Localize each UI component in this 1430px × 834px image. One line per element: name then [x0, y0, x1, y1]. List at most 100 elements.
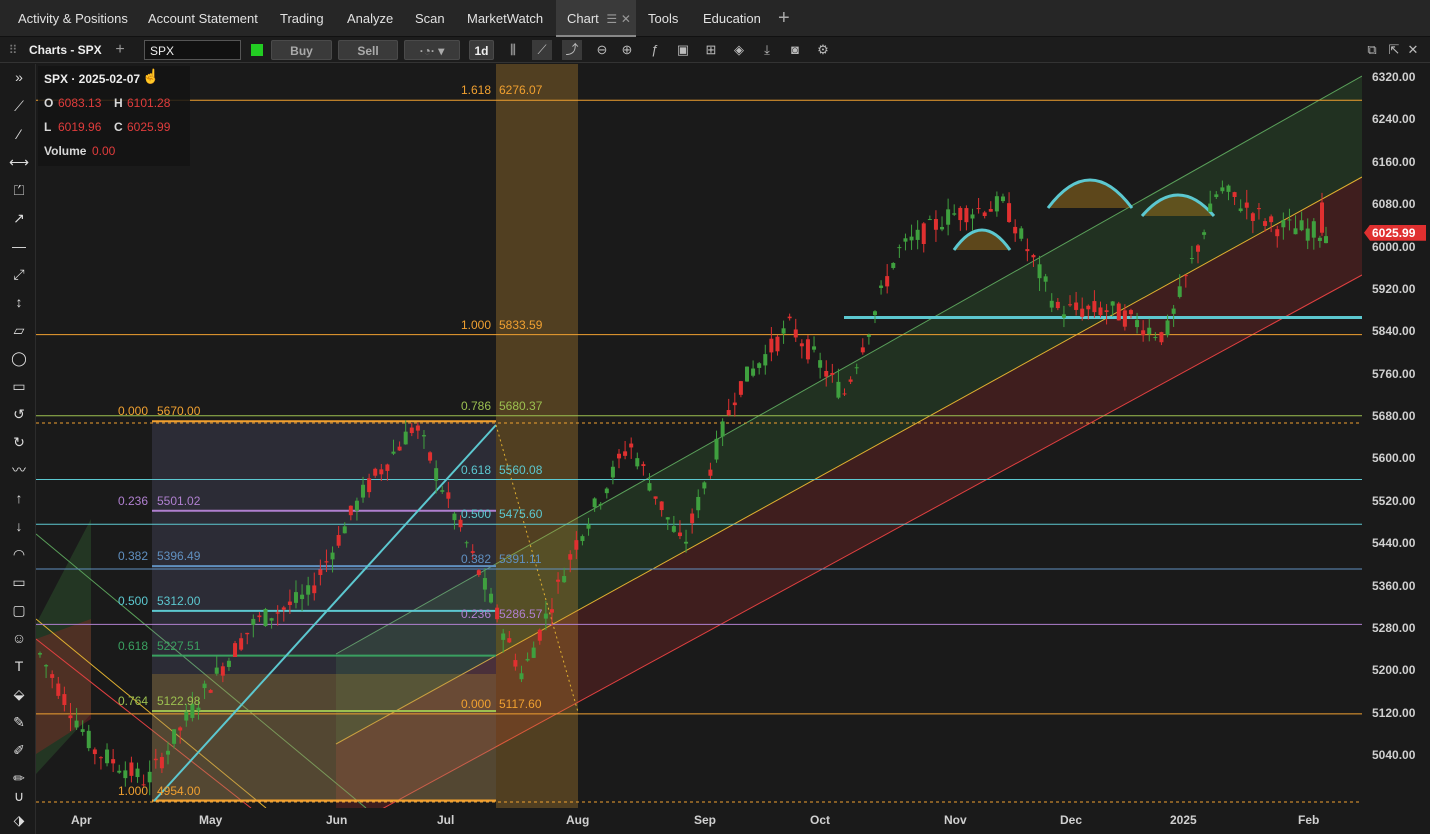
pencil-icon[interactable]: ✎	[8, 711, 30, 733]
brush-icon[interactable]: ✐	[8, 739, 30, 761]
studies-icon[interactable]: ƒ	[645, 40, 665, 60]
buy-button[interactable]: Buy	[271, 40, 332, 60]
ellipse-icon[interactable]: ◯	[8, 347, 30, 369]
fib-right-ratio-label: 0.786	[461, 398, 492, 413]
candle-body	[1177, 286, 1182, 297]
candle-body	[1025, 249, 1030, 252]
tab-education[interactable]: Education	[703, 0, 761, 37]
candle-body	[1305, 228, 1310, 241]
candle-body	[793, 329, 798, 338]
comment-icon[interactable]: ▢	[8, 599, 30, 621]
candle-body	[300, 594, 305, 600]
candle-body	[1269, 216, 1274, 223]
link-icon[interactable]: ⇱	[1384, 40, 1404, 60]
candle-body	[476, 570, 481, 575]
ray-icon[interactable]: ⁄	[8, 123, 30, 145]
trendline-icon[interactable]: ⟋	[8, 95, 30, 117]
paint-bucket-icon[interactable]: ⬗	[8, 809, 30, 831]
add-chart-icon[interactable]: +	[112, 40, 128, 60]
fib-left-ratio-label: 0.764	[118, 694, 149, 709]
curve-arrow-icon[interactable]: ↻	[8, 431, 30, 453]
arrow-icon[interactable]: ↗	[8, 207, 30, 229]
curve-icon[interactable]: ↺	[8, 403, 30, 425]
price-label-icon[interactable]: ⏍	[8, 179, 30, 201]
zoom-out-icon[interactable]: ⊖	[592, 40, 612, 60]
candle-body	[1287, 219, 1292, 221]
draw-line-icon[interactable]: ⟋	[532, 40, 552, 60]
candle-body	[1116, 303, 1121, 321]
timeframe-button[interactable]: 1d	[469, 40, 494, 60]
legend-volume-value: 0.00	[92, 144, 116, 158]
channel-icon[interactable]: ▱	[8, 319, 30, 341]
chart-style-dropdown[interactable]: ·◔· ▾	[404, 40, 460, 60]
settings-icon[interactable]: ⚙	[813, 40, 833, 60]
candle-body	[287, 601, 292, 606]
wave-icon[interactable]: 〰	[8, 459, 30, 481]
emoji-icon[interactable]: ☺	[8, 627, 30, 649]
candle-body	[415, 425, 420, 431]
sell-button[interactable]: Sell	[338, 40, 398, 60]
arc-icon[interactable]: ◠	[8, 543, 30, 565]
rectangle-icon[interactable]: ▭	[8, 375, 30, 397]
candle-body	[781, 328, 786, 334]
candle-body	[501, 633, 506, 640]
callout-icon[interactable]: ▭	[8, 571, 30, 593]
candle-body	[1031, 255, 1036, 258]
symbol-input[interactable]: SPX	[144, 40, 241, 60]
compare-icon[interactable]: ⤴	[562, 40, 582, 60]
camera-icon[interactable]: ◙	[785, 40, 805, 60]
tab-account-statement[interactable]: Account Statement	[148, 0, 258, 37]
candle-body	[1061, 314, 1066, 318]
tab-activity-positions[interactable]: Activity & Positions	[18, 0, 128, 37]
candle-type-icon[interactable]: ⫼	[503, 40, 523, 60]
legend-symbol-date: SPX · 2025-02-07	[44, 72, 141, 86]
horizontal-line-icon[interactable]: —	[8, 235, 30, 257]
candle-body	[80, 729, 85, 732]
candle-body	[574, 540, 579, 550]
candle-body	[769, 338, 774, 353]
tab-scan[interactable]: Scan	[415, 0, 445, 37]
drag-handle-icon[interactable]: ⠿	[6, 40, 20, 60]
image-icon[interactable]: ▣	[673, 40, 693, 60]
y-tick-label: 5440.00	[1372, 536, 1416, 551]
extended-line-icon[interactable]: ⤢	[8, 263, 30, 285]
zoom-in-icon[interactable]: ⊕	[617, 40, 637, 60]
fill-icon[interactable]: ⬙	[8, 683, 30, 705]
text-icon[interactable]: T	[8, 655, 30, 677]
layers-icon[interactable]: ◈	[729, 40, 749, 60]
candle-body	[92, 749, 97, 755]
price-axis[interactable]: 6025.99 6320.00 6240.00 6160.00 6080.00 6000…	[1362, 64, 1430, 808]
candle-body	[653, 496, 658, 499]
horizontal-ray-icon[interactable]: ⟷	[8, 151, 30, 173]
arrow-up-icon[interactable]: ↑	[8, 487, 30, 509]
y-tick-label: 5680.00	[1372, 409, 1416, 423]
add-tab-icon[interactable]: +	[778, 0, 790, 37]
x-tick-label: Sep	[694, 813, 717, 827]
popout-icon[interactable]: ⧉	[1362, 40, 1382, 60]
candle-body	[98, 757, 103, 759]
close-chart-icon[interactable]: ✕	[1403, 40, 1423, 60]
arrow-down-icon[interactable]: ↓	[8, 515, 30, 537]
tab-chart[interactable]: Chart ☰ ✕	[556, 0, 636, 37]
magnet-icon[interactable]: ∪	[8, 785, 30, 807]
layout-icon[interactable]: ⊞	[701, 40, 721, 60]
candle-body	[988, 208, 993, 212]
expand-icon[interactable]: »	[8, 66, 30, 88]
time-axis[interactable]: Apr May Jun Jul Aug Sep Oct Nov Dec 2025 Feb	[36, 808, 1362, 834]
tab-trading[interactable]: Trading	[280, 0, 324, 37]
close-tab-icon[interactable]: ✕	[621, 12, 631, 26]
vertical-line-icon[interactable]: ↕	[8, 291, 30, 313]
chart-canvas[interactable]: 0.000 5670.00 0.236 5501.02 0.382 5396.49 0.50…	[36, 64, 1362, 808]
menu-icon[interactable]: ☰	[606, 12, 617, 26]
candle-body	[635, 458, 640, 467]
tab-marketwatch[interactable]: MarketWatch	[467, 0, 543, 37]
fib-left-price-label: 5501.02	[157, 493, 201, 508]
fib-right-ratio-label: 0.000	[461, 696, 492, 711]
download-icon[interactable]: ⤓	[757, 40, 777, 60]
fib-left-box-low	[152, 674, 496, 802]
tab-analyze[interactable]: Analyze	[347, 0, 393, 37]
candle-body	[1128, 310, 1133, 315]
legend-high-value: 6101.28	[127, 96, 171, 110]
candle-body	[56, 683, 61, 696]
tab-tools[interactable]: Tools	[648, 0, 678, 37]
